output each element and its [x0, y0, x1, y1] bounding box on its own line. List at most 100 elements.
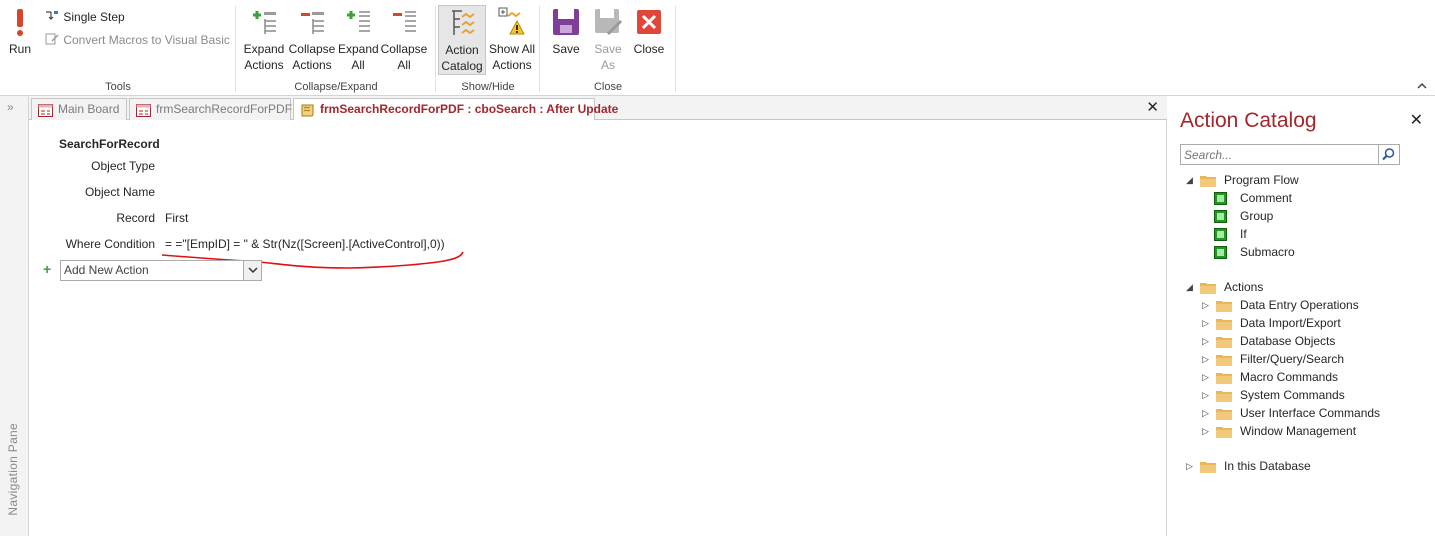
collapse-actions-icon: [296, 6, 328, 38]
show-all-actions-label-1: Show All: [488, 42, 536, 56]
group-icon: [1214, 210, 1227, 223]
tree-label: In this Database: [1224, 459, 1311, 473]
expand-all-button[interactable]: Expand All: [338, 6, 379, 73]
add-action-plus-icon: +: [43, 261, 52, 277]
save-button[interactable]: Save: [550, 6, 582, 57]
convert-macros-button[interactable]: Convert Macros to Visual Basic: [44, 32, 230, 48]
add-new-action-dropdown[interactable]: Add New Action: [60, 260, 262, 281]
close-catalog-icon[interactable]: ✕: [1410, 110, 1423, 130]
show-hide-group: Action Catalog Show All Actions Show/Hid…: [436, 0, 540, 96]
action-name[interactable]: SearchForRecord: [59, 137, 160, 151]
tab-label: frmSearchRecordForPDF: [156, 102, 293, 116]
tree-label: Group: [1240, 209, 1274, 223]
folder-icon: [1216, 335, 1232, 348]
comment-icon: [1214, 192, 1227, 205]
collapse-actions-button[interactable]: Collapse Actions: [288, 6, 336, 73]
collapsed-triangle-icon[interactable]: ▷: [1202, 314, 1209, 332]
tree-label: Window Management: [1240, 424, 1357, 438]
collapse-actions-label-1: Collapse: [288, 42, 336, 56]
show-all-actions-button[interactable]: Show All Actions: [488, 6, 536, 73]
expand-actions-button[interactable]: Expand Actions: [242, 6, 286, 73]
show-hide-group-label: Show/Hide: [461, 81, 515, 93]
action-catalog-label-1: Action: [445, 43, 479, 57]
search-icon[interactable]: [1378, 145, 1399, 164]
chevron-up-icon[interactable]: [1417, 80, 1427, 92]
close-label: Close: [633, 42, 665, 56]
tab-main-board[interactable]: Main Board: [31, 98, 127, 120]
save-as-label-2: As: [600, 58, 615, 72]
collapsed-triangle-icon[interactable]: ▷: [1202, 350, 1209, 368]
arg-value-record[interactable]: First: [165, 211, 188, 225]
collapsed-triangle-icon[interactable]: ▷: [1202, 332, 1209, 350]
close-group: Save Save As Close Close: [540, 0, 676, 96]
folder-icon: [1216, 371, 1232, 384]
convert-macros-label: Convert Macros to Visual Basic: [63, 33, 230, 47]
tree-label: Data Entry Operations: [1240, 298, 1359, 312]
catalog-search-input[interactable]: [1181, 145, 1377, 164]
tree-label: Filter/Query/Search: [1240, 352, 1345, 366]
close-icon: [633, 6, 665, 38]
tab-after-update-macro[interactable]: frmSearchRecordForPDF : cboSearch : Afte…: [293, 98, 618, 121]
tab-frm-search-record[interactable]: frmSearchRecordForPDF: [129, 98, 293, 120]
save-as-button[interactable]: Save As: [592, 6, 624, 73]
arg-label-object-name: Object Name: [84, 185, 155, 199]
expand-all-label-2: All: [351, 58, 365, 72]
save-as-label-1: Save: [594, 42, 622, 56]
collapsed-triangle-icon[interactable]: ▷: [1202, 404, 1209, 422]
add-new-action-text: Add New Action: [64, 263, 149, 277]
expanded-triangle-icon[interactable]: ◢: [1186, 278, 1193, 296]
show-all-actions-icon: [496, 6, 528, 38]
collapse-expand-group: Expand Actions Collapse Actions Expand A…: [236, 0, 436, 96]
document-tabs: Main Board frmSearchRecordForPDF frmSear…: [29, 96, 1167, 121]
exclamation-icon: [4, 6, 36, 38]
tree-label: Data Import/Export: [1240, 316, 1341, 330]
navigation-pane[interactable]: » Navigation Pane: [0, 96, 29, 536]
tree-label: Submacro: [1240, 245, 1295, 259]
tools-group-label: Tools: [105, 81, 131, 93]
collapse-all-label-1: Collapse: [380, 42, 428, 56]
run-button[interactable]: Run: [4, 6, 36, 57]
tree-label: Program Flow: [1224, 173, 1299, 187]
action-catalog-button[interactable]: Action Catalog: [438, 5, 486, 75]
catalog-title: Action Catalog: [1180, 109, 1317, 132]
run-label: Run: [8, 42, 31, 56]
collapsed-triangle-icon[interactable]: ▷: [1202, 368, 1209, 386]
collapse-all-label-2: All: [397, 58, 411, 72]
folder-icon: [1200, 281, 1216, 294]
group-divider: [675, 6, 676, 92]
convert-icon: [45, 33, 59, 45]
close-button[interactable]: Close: [632, 6, 666, 57]
collapsed-triangle-icon[interactable]: ▷: [1202, 296, 1209, 314]
expand-actions-label-2: Actions: [244, 58, 284, 72]
single-step-button[interactable]: Single Step: [44, 9, 125, 25]
submacro-icon: [1214, 246, 1227, 259]
expand-actions-icon: [248, 6, 280, 38]
save-as-icon: [592, 6, 624, 38]
if-icon: [1214, 228, 1227, 241]
chevron-down-icon[interactable]: [243, 261, 261, 280]
collapsed-triangle-icon[interactable]: ▷: [1202, 422, 1209, 440]
tree-label: Comment: [1240, 191, 1293, 205]
arg-label-object-type: Object Type: [91, 159, 155, 173]
arg-label-where-condition: Where Condition: [65, 237, 155, 251]
collapsed-triangle-icon[interactable]: ▷: [1186, 457, 1193, 475]
folder-icon: [1200, 174, 1216, 187]
form-icon: [38, 103, 53, 117]
tree-label: System Commands: [1240, 388, 1345, 402]
expand-all-icon: [342, 6, 374, 38]
collapsed-triangle-icon[interactable]: ▷: [1202, 386, 1209, 404]
tree-label: User Interface Commands: [1240, 406, 1381, 420]
expand-nav-icon[interactable]: »: [7, 100, 14, 114]
action-catalog-pane: Action Catalog ✕ ◢ Program Flow Comment …: [1168, 96, 1435, 536]
save-label: Save: [552, 42, 580, 56]
collapse-all-button[interactable]: Collapse All: [380, 6, 428, 73]
folder-icon: [1200, 460, 1216, 473]
expanded-triangle-icon[interactable]: ◢: [1186, 171, 1193, 189]
action-catalog-icon: [446, 7, 478, 39]
folder-icon: [1216, 317, 1232, 330]
folder-icon: [1216, 389, 1232, 402]
folder-icon: [1216, 425, 1232, 438]
close-tab-icon[interactable]: ✕: [1146, 98, 1159, 116]
tools-group: Run Single Step Convert Macros to Visual…: [0, 0, 236, 96]
tree-label: Macro Commands: [1240, 370, 1339, 384]
